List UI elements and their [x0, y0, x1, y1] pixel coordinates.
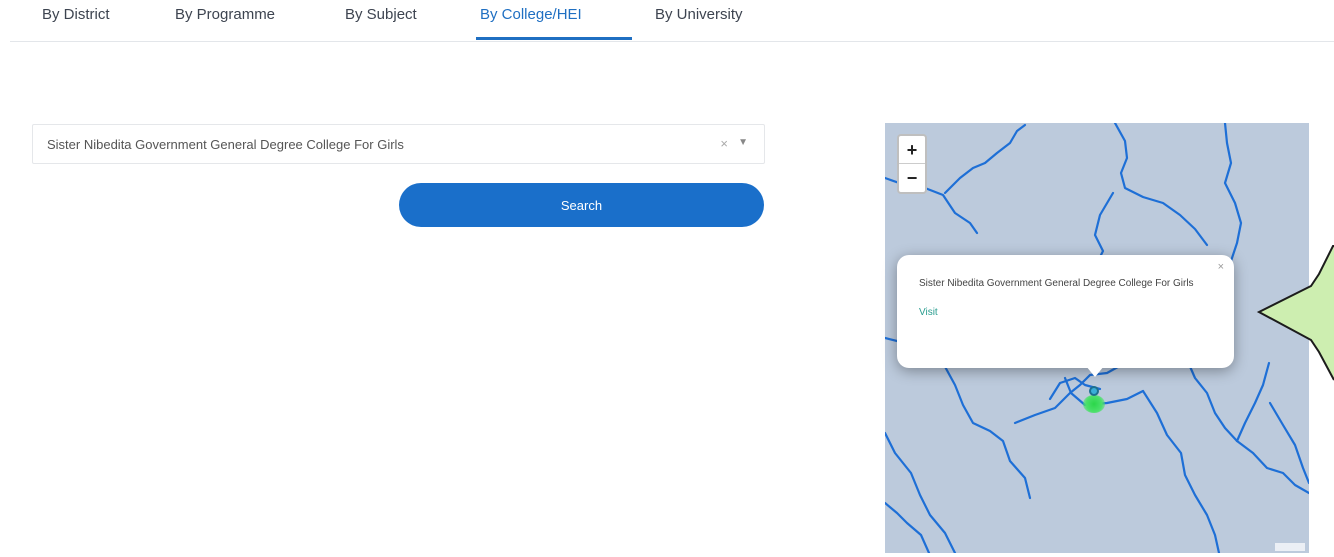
zoom-out-button[interactable]: − — [899, 164, 925, 192]
map-popup: × Sister Nibedita Government General Deg… — [897, 255, 1234, 368]
tab-by-programme[interactable]: By Programme — [175, 6, 275, 23]
tab-by-university[interactable]: By University — [655, 6, 743, 23]
zoom-in-button[interactable]: + — [899, 136, 925, 164]
zoom-control: + − — [897, 134, 927, 194]
close-icon[interactable]: × — [1218, 261, 1224, 273]
map-pin-icon[interactable] — [1089, 386, 1099, 396]
tab-by-college-hei[interactable]: By College/HEI — [480, 6, 582, 23]
popup-college-name: Sister Nibedita Government General Degre… — [919, 278, 1194, 289]
tab-by-district[interactable]: By District — [42, 6, 110, 23]
college-select-value: Sister Nibedita Government General Degre… — [47, 137, 404, 152]
clear-icon[interactable]: × — [720, 136, 728, 151]
popup-visit-link[interactable]: Visit — [919, 307, 938, 318]
popup-tip — [1086, 366, 1104, 377]
college-marker-glow — [1083, 395, 1105, 413]
active-tab-indicator — [476, 37, 632, 40]
chevron-down-icon[interactable]: ▼ — [738, 137, 748, 148]
college-select[interactable]: Sister Nibedita Government General Degre… — [32, 124, 765, 164]
map-attribution[interactable] — [1275, 543, 1305, 551]
search-button[interactable]: Search — [399, 183, 764, 227]
tab-by-subject[interactable]: By Subject — [345, 6, 417, 23]
callout-arrow-icon — [1256, 245, 1334, 381]
tab-bar: By District By Programme By Subject By C… — [10, 0, 1334, 42]
